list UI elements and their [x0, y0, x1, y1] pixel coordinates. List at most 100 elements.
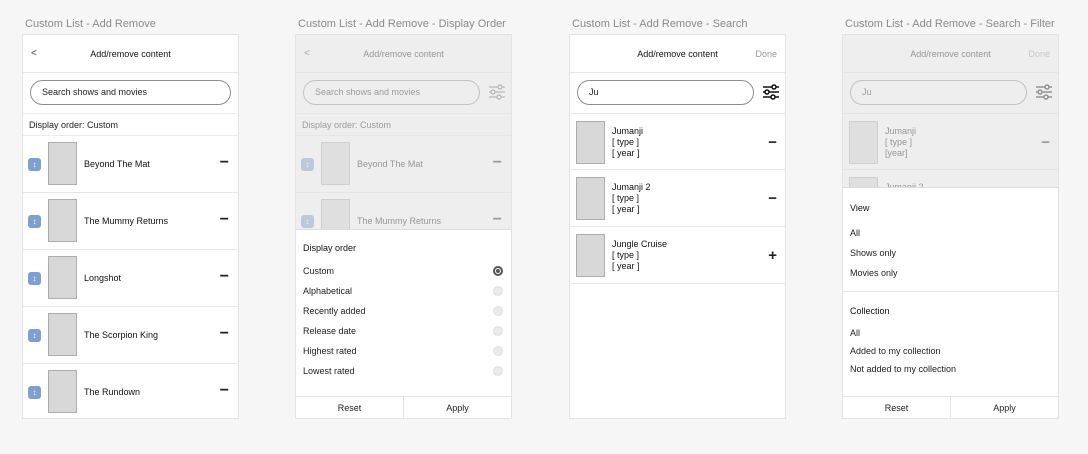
result-year: [ year ]: [612, 261, 640, 271]
result-type: [ type ]: [612, 193, 640, 203]
remove-button[interactable]: −: [220, 136, 229, 190]
remove-button[interactable]: −: [768, 114, 777, 171]
option-recently-added[interactable]: Recently added: [296, 301, 511, 321]
remove-button[interactable]: −: [220, 307, 229, 361]
sheet-title: Display order: [303, 243, 357, 253]
result-year: [ year ]: [612, 148, 640, 158]
item-title: The Mummy Returns: [84, 216, 169, 226]
header-title: Add/remove content: [637, 49, 718, 59]
remove-button[interactable]: −: [493, 136, 502, 190]
view-option-shows[interactable]: Shows only: [843, 243, 1058, 263]
collection-option-all[interactable]: All: [843, 324, 1058, 342]
reset-button[interactable]: Reset: [296, 397, 403, 418]
screen-label-1: Custom List - Add Remove: [25, 18, 156, 30]
drag-handle-icon[interactable]: ↕: [28, 272, 41, 285]
option-label: Custom: [303, 266, 335, 276]
result-title: Jungle Cruise: [612, 239, 668, 249]
option-label: Recently added: [303, 306, 366, 316]
header-title: Add/remove content: [90, 49, 171, 59]
collection-option-added[interactable]: Added to my collection: [843, 342, 1058, 360]
list-item[interactable]: ↕ The Mummy Returns −: [23, 193, 238, 250]
view-option-all[interactable]: All: [843, 223, 1058, 243]
search-input[interactable]: Ju: [850, 80, 1027, 105]
search-result[interactable]: Jumanji [ type ] [year] −: [843, 113, 1058, 170]
search-result[interactable]: Jumanji [ type ] [ year ] −: [570, 113, 785, 170]
item-title: The Scorpion King: [84, 330, 159, 340]
back-button[interactable]: <: [304, 35, 310, 73]
done-button[interactable]: Done: [1028, 35, 1050, 73]
search-bar: Ju: [843, 73, 1058, 113]
screen-search: Add/remove content Done Ju Jumanji [ typ…: [569, 34, 786, 419]
add-button[interactable]: +: [768, 227, 777, 284]
drag-handle-icon[interactable]: ↕: [301, 158, 314, 171]
result-meta: Jumanji [ type ] [ year ]: [612, 126, 643, 159]
display-order-selector[interactable]: Display order: Custom: [296, 113, 511, 136]
drag-handle-icon[interactable]: ↕: [28, 386, 41, 399]
apply-button[interactable]: Apply: [950, 397, 1058, 418]
radio[interactable]: [493, 326, 503, 336]
back-button[interactable]: <: [31, 35, 37, 73]
sliders-icon[interactable]: [1035, 82, 1053, 102]
search-input[interactable]: Search shows and movies: [303, 80, 480, 105]
result-title: Jumanji: [885, 126, 917, 136]
list-item[interactable]: ↕ Beyond The Mat −: [23, 136, 238, 193]
done-button[interactable]: Done: [755, 35, 777, 73]
radio-selected[interactable]: [493, 266, 503, 276]
item-title: Beyond The Mat: [357, 159, 423, 169]
reset-button[interactable]: Reset: [843, 397, 950, 418]
option-label: Release date: [303, 326, 357, 336]
remove-button[interactable]: −: [1041, 114, 1050, 171]
remove-button[interactable]: −: [768, 170, 777, 227]
list-item[interactable]: ↕ The Rundown −: [23, 364, 238, 418]
poster-thumbnail: [48, 142, 77, 185]
view-option-movies[interactable]: Movies only: [843, 263, 1058, 283]
radio[interactable]: [493, 366, 503, 376]
search-input[interactable]: Ju: [577, 80, 754, 105]
drag-handle-icon[interactable]: ↕: [28, 329, 41, 342]
sheet-footer: Reset Apply: [843, 396, 1058, 418]
option-custom[interactable]: Custom: [296, 261, 511, 281]
sliders-icon[interactable]: [488, 82, 506, 102]
radio[interactable]: [493, 286, 503, 296]
list-item[interactable]: ↕ Longshot −: [23, 250, 238, 307]
display-order-selector[interactable]: Display order: Custom: [23, 113, 238, 136]
result-title: Jumanji: [612, 126, 644, 136]
drag-handle-icon[interactable]: ↕: [28, 215, 41, 228]
option-lowest-rated[interactable]: Lowest rated: [296, 361, 511, 381]
result-year: [ year ]: [612, 204, 640, 214]
option-release-date[interactable]: Release date: [296, 321, 511, 341]
filter-sheet: View All Shows only Movies only Collecti…: [843, 187, 1058, 418]
apply-button[interactable]: Apply: [403, 397, 511, 418]
result-type: [ type ]: [612, 250, 640, 260]
sliders-icon[interactable]: [762, 82, 780, 102]
search-bar: Search shows and movies: [296, 73, 511, 113]
poster-thumbnail: [849, 121, 878, 164]
remove-button[interactable]: −: [220, 193, 229, 247]
header-title: Add/remove content: [363, 49, 444, 59]
radio[interactable]: [493, 346, 503, 356]
poster-thumbnail: [48, 199, 77, 242]
list-item[interactable]: ↕ The Scorpion King −: [23, 307, 238, 364]
search-result[interactable]: Jungle Cruise [ type ] [ year ] +: [570, 227, 785, 284]
drag-handle-icon[interactable]: ↕: [28, 158, 41, 171]
radio[interactable]: [493, 306, 503, 316]
result-year: [year]: [885, 148, 908, 158]
screen-label-3: Custom List - Add Remove - Search: [572, 18, 748, 30]
poster-thumbnail: [48, 256, 77, 299]
remove-button[interactable]: −: [220, 364, 229, 418]
drag-handle-icon[interactable]: ↕: [301, 215, 314, 228]
result-meta: Jumanji [ type ] [year]: [885, 126, 916, 159]
header: Add/remove content Done: [570, 35, 785, 73]
header-title: Add/remove content: [910, 49, 991, 59]
screen-add-remove: < Add/remove content Search shows and mo…: [22, 34, 239, 419]
remove-button[interactable]: −: [220, 250, 229, 304]
option-alphabetical[interactable]: Alphabetical: [296, 281, 511, 301]
list-item[interactable]: ↕ Beyond The Mat −: [296, 136, 511, 193]
result-type: [ type ]: [612, 137, 640, 147]
poster-thumbnail: [321, 142, 350, 185]
option-highest-rated[interactable]: Highest rated: [296, 341, 511, 361]
search-result[interactable]: Jumanji 2 [ type ] [ year ] −: [570, 170, 785, 227]
search-input[interactable]: Search shows and movies: [30, 80, 231, 105]
item-title: Longshot: [84, 273, 122, 283]
collection-option-not-added[interactable]: Not added to my collection: [843, 360, 1058, 378]
